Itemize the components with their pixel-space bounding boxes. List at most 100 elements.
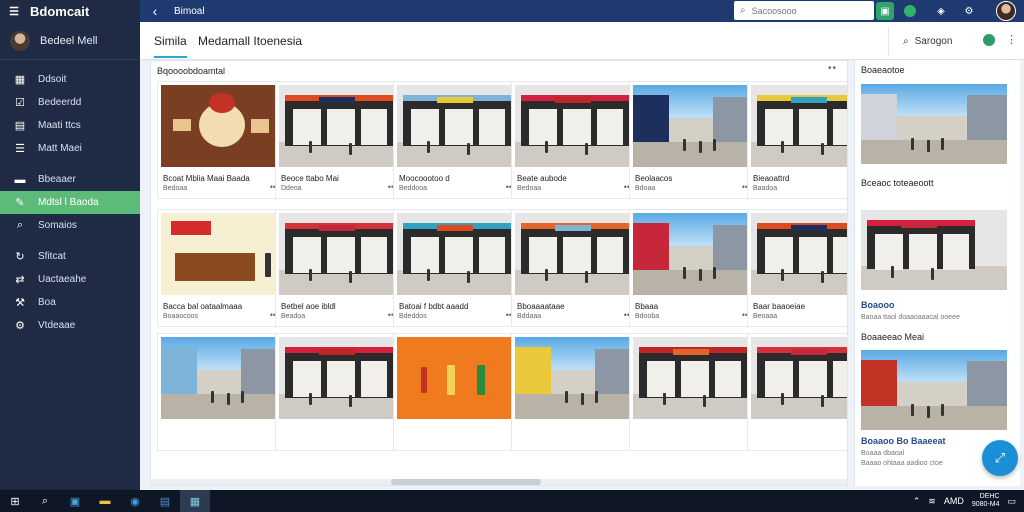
result-card[interactable]: Beoce ttabo Mai Ddeoa ••	[275, 81, 401, 199]
related-title-1[interactable]: Bceaoc toteaeoott	[861, 178, 934, 188]
card-thumbnail[interactable]	[279, 337, 399, 419]
tray-text[interactable]: AMD	[944, 496, 964, 506]
result-card[interactable]: Betbel aoe ibldl Beadoa ••	[275, 209, 401, 327]
sidebar-item-6[interactable]: ⌕ Somaios	[0, 214, 140, 237]
card-thumbnail[interactable]	[751, 213, 847, 295]
result-card[interactable]: Baar baaoeiaeBeoaaa••	[747, 209, 847, 327]
card-thumbnail[interactable]	[397, 85, 517, 167]
search-icon[interactable]: ⌕	[30, 490, 60, 512]
sidebar-item-0[interactable]: ▦ Ddsoit	[0, 68, 140, 91]
card-title[interactable]: Beoce ttabo Mai	[281, 174, 339, 183]
status-dot-icon[interactable]	[904, 5, 916, 17]
status-icon[interactable]	[983, 34, 995, 46]
card-thumbnail[interactable]	[397, 337, 517, 419]
result-card[interactable]: Bcoat Mblia Maai Baada Bedoaa ••	[157, 81, 283, 199]
calendar-icon[interactable]: ▣	[876, 2, 894, 20]
related-title-4[interactable]: Boaaoo Bo Baaeeat	[861, 436, 946, 446]
start-icon[interactable]: ⊞	[0, 490, 30, 512]
card-thumbnail[interactable]	[515, 85, 635, 167]
card-thumbnail[interactable]	[751, 337, 847, 419]
sidebar-item-8[interactable]: ⇄ Uactaeahe	[0, 268, 140, 291]
result-card[interactable]: Beate aubode Bedoaa ••	[511, 81, 637, 199]
result-card[interactable]: Bacca bal oataalmaaa Boaaocoos ••	[157, 209, 283, 327]
card-title[interactable]: Baar baaoeiae	[753, 302, 805, 311]
result-card[interactable]: Batoai f bdbt aaadd Bdeddos ••	[393, 209, 519, 327]
sidebar-user[interactable]: Bedeel Mell	[0, 22, 140, 60]
card-title[interactable]: Bacca bal oataalmaaa	[163, 302, 242, 311]
sidebar-item-1[interactable]: ☑ Bedeerdd	[0, 91, 140, 114]
card-thumbnail[interactable]	[161, 85, 281, 167]
card-title[interactable]: Bboaaaataae	[517, 302, 565, 311]
card-thumbnail[interactable]	[161, 213, 281, 295]
chevron-up-icon[interactable]: ⌃	[913, 496, 921, 507]
card-thumbnail[interactable]	[751, 85, 847, 167]
result-card[interactable]: Bboaaaataae Bddaaa ••	[511, 209, 637, 327]
card-title[interactable]: Bieaoattrd	[753, 174, 789, 183]
app-icon[interactable]: ▦	[180, 490, 210, 512]
card-thumbnail[interactable]	[633, 85, 753, 167]
card-thumbnail[interactable]	[279, 213, 399, 295]
card-title[interactable]: Batoai f bdbt aaadd	[399, 302, 468, 311]
wifi-icon[interactable]: ≋	[928, 496, 936, 507]
card-thumbnail[interactable]	[397, 213, 517, 295]
notification-icon[interactable]: ▭	[1007, 496, 1016, 507]
result-card[interactable]: Beolaacos Bdoaa ••	[629, 81, 755, 199]
search-input[interactable]	[751, 5, 862, 16]
card-thumbnail[interactable]	[515, 213, 635, 295]
related-title-3[interactable]: Boaaeeao Meai	[861, 332, 924, 342]
card-title[interactable]: Beolaacos	[635, 174, 672, 183]
card-meta: Beddooa	[399, 185, 428, 192]
card-thumbnail[interactable]	[161, 337, 281, 419]
folder-icon[interactable]: ▬	[90, 490, 120, 512]
result-card[interactable]: Moocoootoo d Beddooa ••	[393, 81, 519, 199]
search-box[interactable]: ⌕	[734, 1, 874, 20]
user-avatar[interactable]	[996, 1, 1016, 21]
tab-similar[interactable]: Simila	[154, 34, 187, 58]
notification-icon[interactable]: ◈	[932, 2, 950, 20]
related-thumbnail-1[interactable]	[861, 84, 1007, 164]
clock[interactable]: DEHC 9080-M4	[972, 493, 1000, 509]
related-title-2[interactable]: Boaooo	[861, 300, 895, 310]
result-card[interactable]: Bbaaa Bdooba ••	[629, 209, 755, 327]
sidebar-item-10[interactable]: ⚙ Vtdeaae	[0, 314, 140, 337]
more-options-icon[interactable]: ••	[828, 63, 837, 74]
back-arrow-icon[interactable]: ‹	[140, 3, 170, 19]
related-thumbnail-2[interactable]	[861, 210, 1007, 290]
sidebar-item-4[interactable]: ▬ Bbeaaer	[0, 168, 140, 191]
card-icon: ▬	[14, 173, 26, 186]
mail-icon[interactable]: ▤	[150, 490, 180, 512]
expand-fab-button[interactable]: ⤢	[982, 440, 1018, 476]
card-title[interactable]: Beate aubode	[517, 174, 567, 183]
scrollbar-thumb[interactable]	[391, 479, 541, 485]
browser-icon[interactable]: ◉	[120, 490, 150, 512]
sidebar-item-5[interactable]: ✎ Mdtsl l Baoda	[0, 191, 140, 214]
card-thumbnail[interactable]	[633, 213, 753, 295]
sidebar-item-7[interactable]: ↻ Sfitcat	[0, 245, 140, 268]
sidebar-item-9[interactable]: ⚒ Boa	[0, 291, 140, 314]
hamburger-icon[interactable]: ☰	[8, 5, 20, 18]
result-card[interactable]	[275, 333, 401, 451]
result-card[interactable]	[629, 333, 755, 451]
share-button[interactable]: ⌕ Sarogon	[888, 27, 972, 55]
card-thumbnail[interactable]	[633, 337, 753, 419]
card-meta: Bddaaa	[517, 313, 542, 320]
card-thumbnail[interactable]	[279, 85, 399, 167]
horizontal-scrollbar[interactable]	[151, 479, 847, 485]
card-title[interactable]: Bcoat Mblia Maai Baada	[163, 174, 250, 183]
related-thumbnail-3[interactable]	[861, 350, 1007, 430]
result-card[interactable]: BieaoattrdBaadoa••	[747, 81, 847, 199]
card-title[interactable]: Betbel aoe ibldl	[281, 302, 336, 311]
result-card[interactable]	[511, 333, 637, 451]
card-title[interactable]: Moocoootoo d	[399, 174, 450, 183]
sidebar-item-2[interactable]: ▤ Maati ttcs	[0, 114, 140, 137]
settings-icon[interactable]: ⚙	[960, 2, 978, 20]
result-card[interactable]	[393, 333, 519, 451]
store-icon[interactable]: ▣	[60, 490, 90, 512]
card-thumbnail[interactable]	[515, 337, 635, 419]
result-card[interactable]	[747, 333, 847, 451]
related-meta-4: Boaaa dbaoal	[861, 450, 905, 457]
sidebar-item-3[interactable]: ☰ Matt Maei	[0, 137, 140, 160]
result-card[interactable]	[157, 333, 283, 451]
card-title[interactable]: Bbaaa	[635, 302, 658, 311]
more-icon[interactable]: ⋮	[1006, 33, 1017, 46]
